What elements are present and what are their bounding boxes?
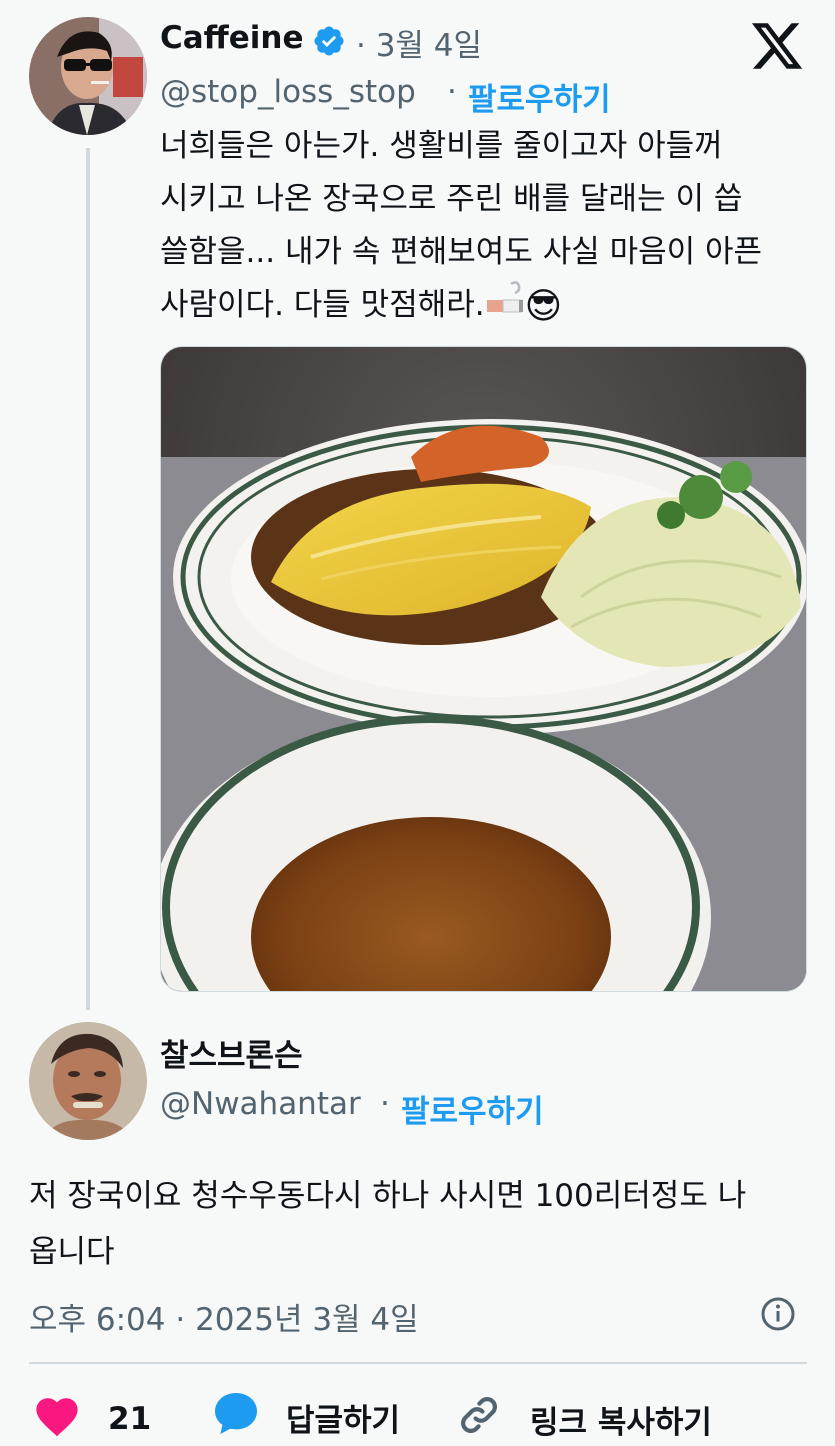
divider: [29, 1362, 807, 1364]
x-logo-icon[interactable]: [748, 18, 806, 78]
tweet-text-line-last: 사람이다. 다들 맛점해라. 😎: [160, 279, 820, 333]
author-handle[interactable]: @stop_loss_stop: [160, 74, 416, 110]
tweet-text-line: 사람이다. 다들 맛점해라.: [160, 287, 485, 323]
reply-author-name[interactable]: 찰스브론슨: [160, 1030, 303, 1075]
reply-handle-separator: ·: [380, 1086, 390, 1122]
tweet-text: 너희들은 아는가. 생활비를 줄이고자 아들꺼 시키고 나온 장국으로 주린 배…: [160, 120, 820, 333]
info-icon[interactable]: [760, 1296, 796, 1336]
tweet-photo[interactable]: [160, 346, 807, 992]
reply-author-avatar[interactable]: [29, 1022, 147, 1140]
reply-text: 저 장국이요 청수우동다시 하나 사시면 100리터정도 나 옵니다: [29, 1168, 819, 1280]
like-count: 21: [108, 1401, 152, 1437]
tweet-text-line: 쓸함을... 내가 속 편해보여도 사실 마음이 아픈: [160, 234, 763, 270]
sunglasses-emoji: 😎: [524, 286, 563, 327]
author-name[interactable]: Caffeine: [160, 20, 304, 56]
reply-bubble-icon: [212, 1390, 260, 1444]
cigarette-icon: [485, 280, 525, 333]
verified-badge-icon: [312, 24, 346, 62]
link-icon: [456, 1392, 502, 1446]
reply-author-handle[interactable]: @Nwahantar: [160, 1086, 361, 1122]
reply-timestamp[interactable]: 오후 6:04 · 2025년 3월 4일: [29, 1294, 419, 1339]
copy-link-button[interactable]: 링크 복사하기: [456, 1392, 712, 1446]
like-button[interactable]: 21: [33, 1393, 151, 1445]
reply-text-line: 옵니다: [29, 1234, 115, 1270]
reply-text-line: 저 장국이요 청수우동다시 하나 사시면 100리터정도 나: [29, 1178, 747, 1214]
reply-label: 답글하기: [286, 1402, 401, 1439]
handle-separator: ·: [447, 74, 457, 110]
reply-follow-button[interactable]: 팔로우하기: [401, 1086, 544, 1131]
heart-icon: [33, 1393, 81, 1445]
tweet-text-line: 시키고 나온 장국으로 주린 배를 달래는 이 씁: [160, 181, 743, 217]
author-avatar[interactable]: [29, 17, 147, 135]
thread-line: [86, 148, 90, 1010]
tweet-date[interactable]: · 3월 4일: [356, 20, 482, 65]
reply-button[interactable]: 답글하기: [212, 1390, 400, 1444]
tweet-text-line: 너희들은 아는가. 생활비를 줄이고자 아들꺼: [160, 128, 723, 164]
follow-button[interactable]: 팔로우하기: [468, 74, 611, 119]
copy-link-label: 링크 복사하기: [530, 1404, 712, 1441]
